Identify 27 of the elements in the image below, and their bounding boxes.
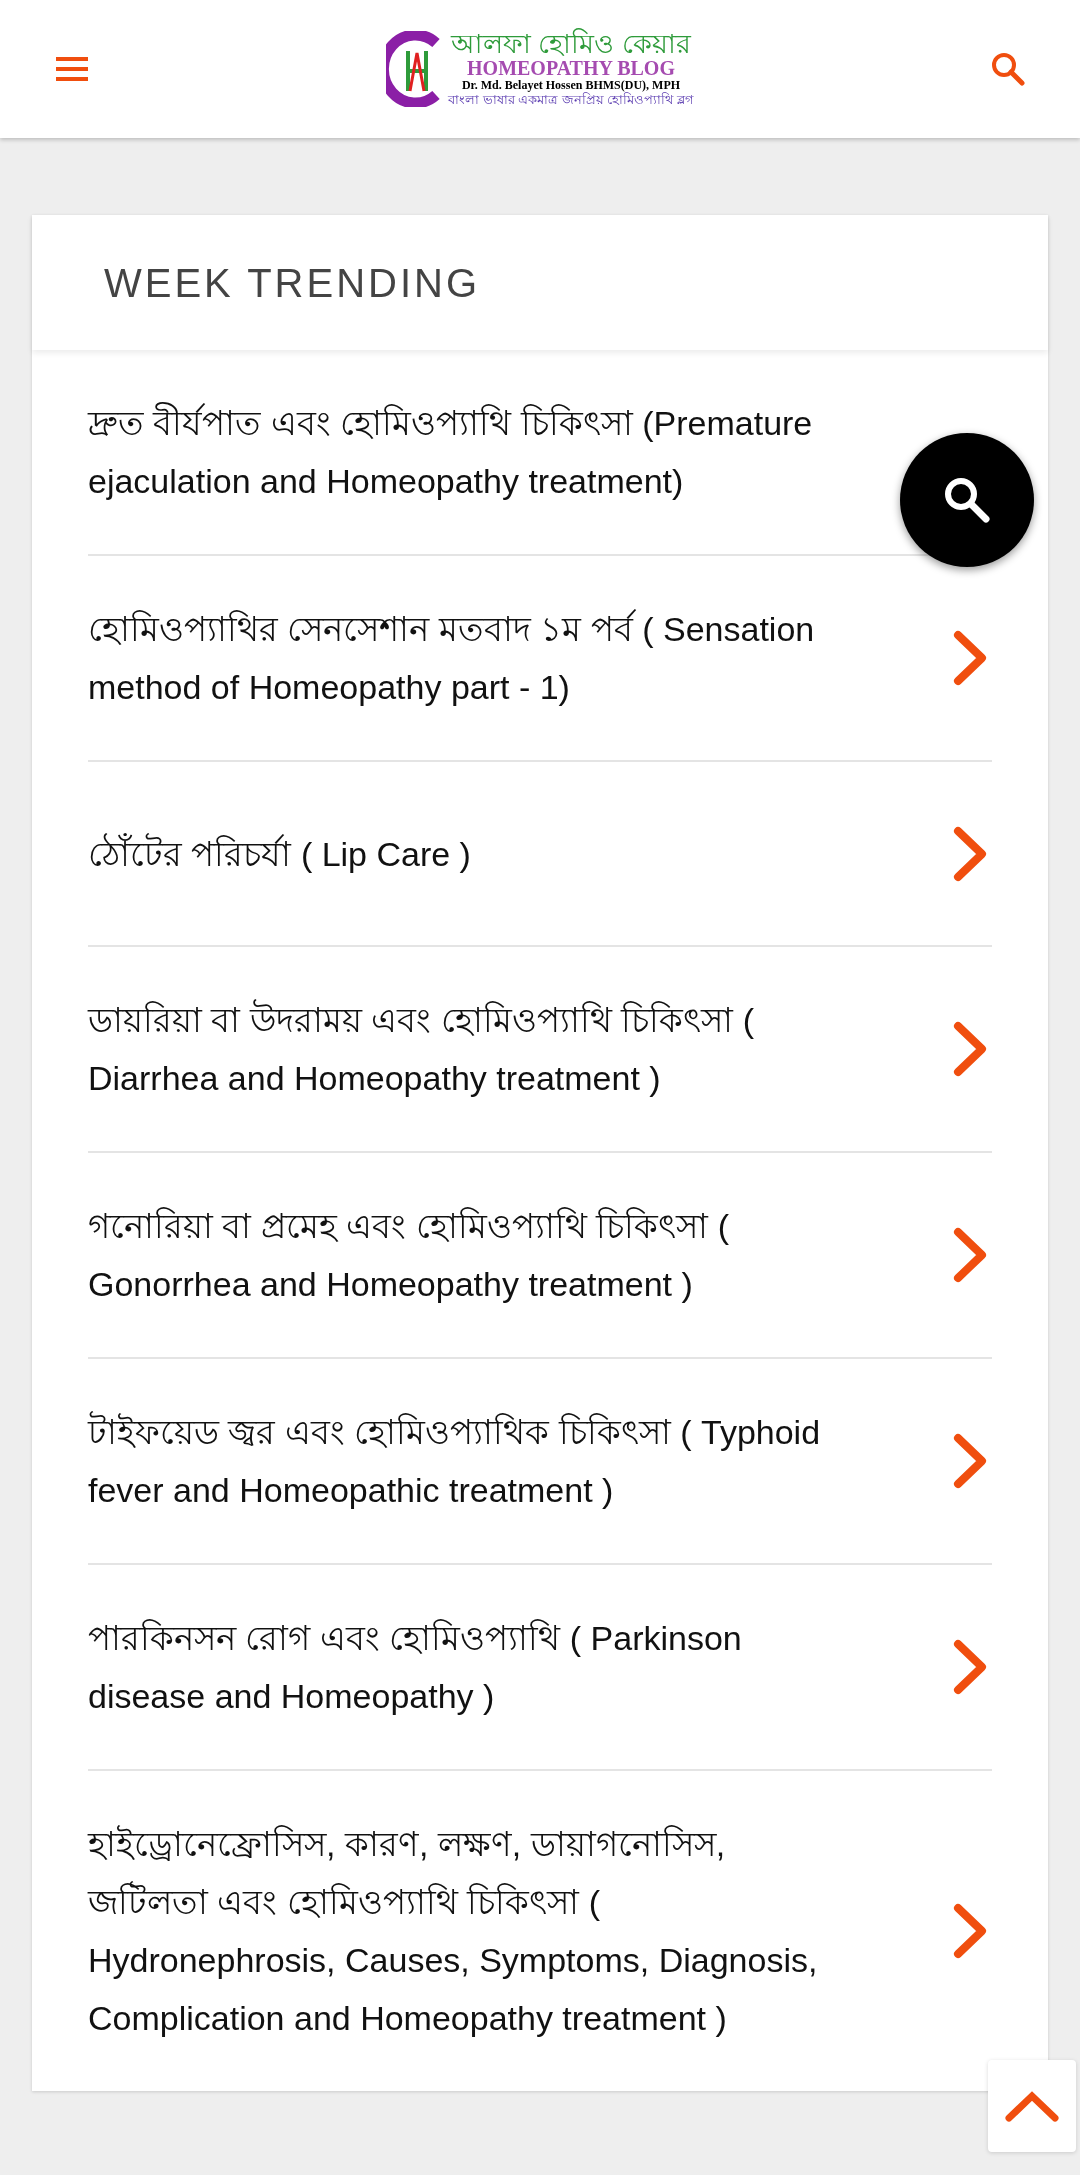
logo-tagline: বাংলা ভাষার একমাত্র জনপ্রিয় হোমিওপ্যাথি ব্লগ: [447, 92, 695, 108]
menu-icon: [56, 56, 88, 82]
article-link[interactable]: হাইড্রোনেফ্রোসিস, কারণ, লক্ষণ, ডায়াগনোসিস, জটিলতা এবং হোমিওপ্যাথি চিকিৎসা ( Hydronephrosis, Causes, Symptoms, Diagnosis, Complication and Homeopathy treatment ): [88, 1815, 828, 2047]
chevron-right-icon[interactable]: [952, 1902, 988, 1960]
search-icon: [942, 475, 992, 525]
chevron-up-icon: [1005, 2090, 1059, 2122]
logo-title: আলফা হোমিও কেয়ার: [451, 30, 691, 58]
chevron-right-icon[interactable]: [952, 824, 988, 883]
site-logo[interactable]: আলফা হোমিও কেয়ার HOMEOPATHY BLOG Dr. Md. Belayet Hossen BHMS(DU), MPH বাংলা ভাষার একমাত্র জনপ্রিয় হোমিওপ্যাথি ব্লগ: [385, 30, 695, 108]
chevron-right-icon[interactable]: [952, 1020, 988, 1078]
article-link[interactable]: পারকিনসন রোগ এবং হোমিওপ্যাথি ( Parkinson disease and Homeopathy ): [88, 1609, 828, 1725]
logo-subtitle: HOMEOPATHY BLOG: [467, 58, 675, 78]
article-link[interactable]: গনোরিয়া বা প্রমেহ এবং হোমিওপ্যাথি চিকিৎসা ( Gonorrhea and Homeopathy treatment ): [88, 1197, 828, 1313]
article-link[interactable]: দ্রুত বীর্যপাত এবং হোমিওপ্যাথি চিকিৎসা (Premature ejaculation and Homeopathy treatment): [88, 394, 828, 510]
article-link[interactable]: ডায়রিয়া বা উদরাময় এবং হোমিওপ্যাথি চিকিৎসা ( Diarrhea and Homeopathy treatment ): [88, 991, 828, 1107]
chevron-right-icon[interactable]: [952, 1432, 988, 1490]
chevron-right-icon[interactable]: [952, 1226, 988, 1284]
article-link[interactable]: হোমিওপ্যাথির সেনসেশান মতবাদ ১ম পর্ব ( Sensation method of Homeopathy part - 1): [88, 600, 828, 716]
article-link[interactable]: ঠোঁটের পরিচর্যা ( Lip Care ): [88, 824, 828, 883]
logo-author: Dr. Md. Belayet Hossen BHMS(DU), MPH: [461, 78, 681, 92]
section-title: WEEK TRENDING: [104, 259, 481, 307]
chevron-right-icon[interactable]: [952, 629, 988, 687]
article-link[interactable]: টাইফয়েড জ্বর এবং হোমিওপ্যাথিক চিকিৎসা ( Typhoid fever and Homeopathic treatment ): [88, 1403, 828, 1519]
search-icon: [991, 52, 1025, 86]
back-to-top-button[interactable]: [988, 2060, 1076, 2152]
logo-icon: [385, 31, 442, 107]
chevron-right-icon[interactable]: [952, 1638, 988, 1696]
